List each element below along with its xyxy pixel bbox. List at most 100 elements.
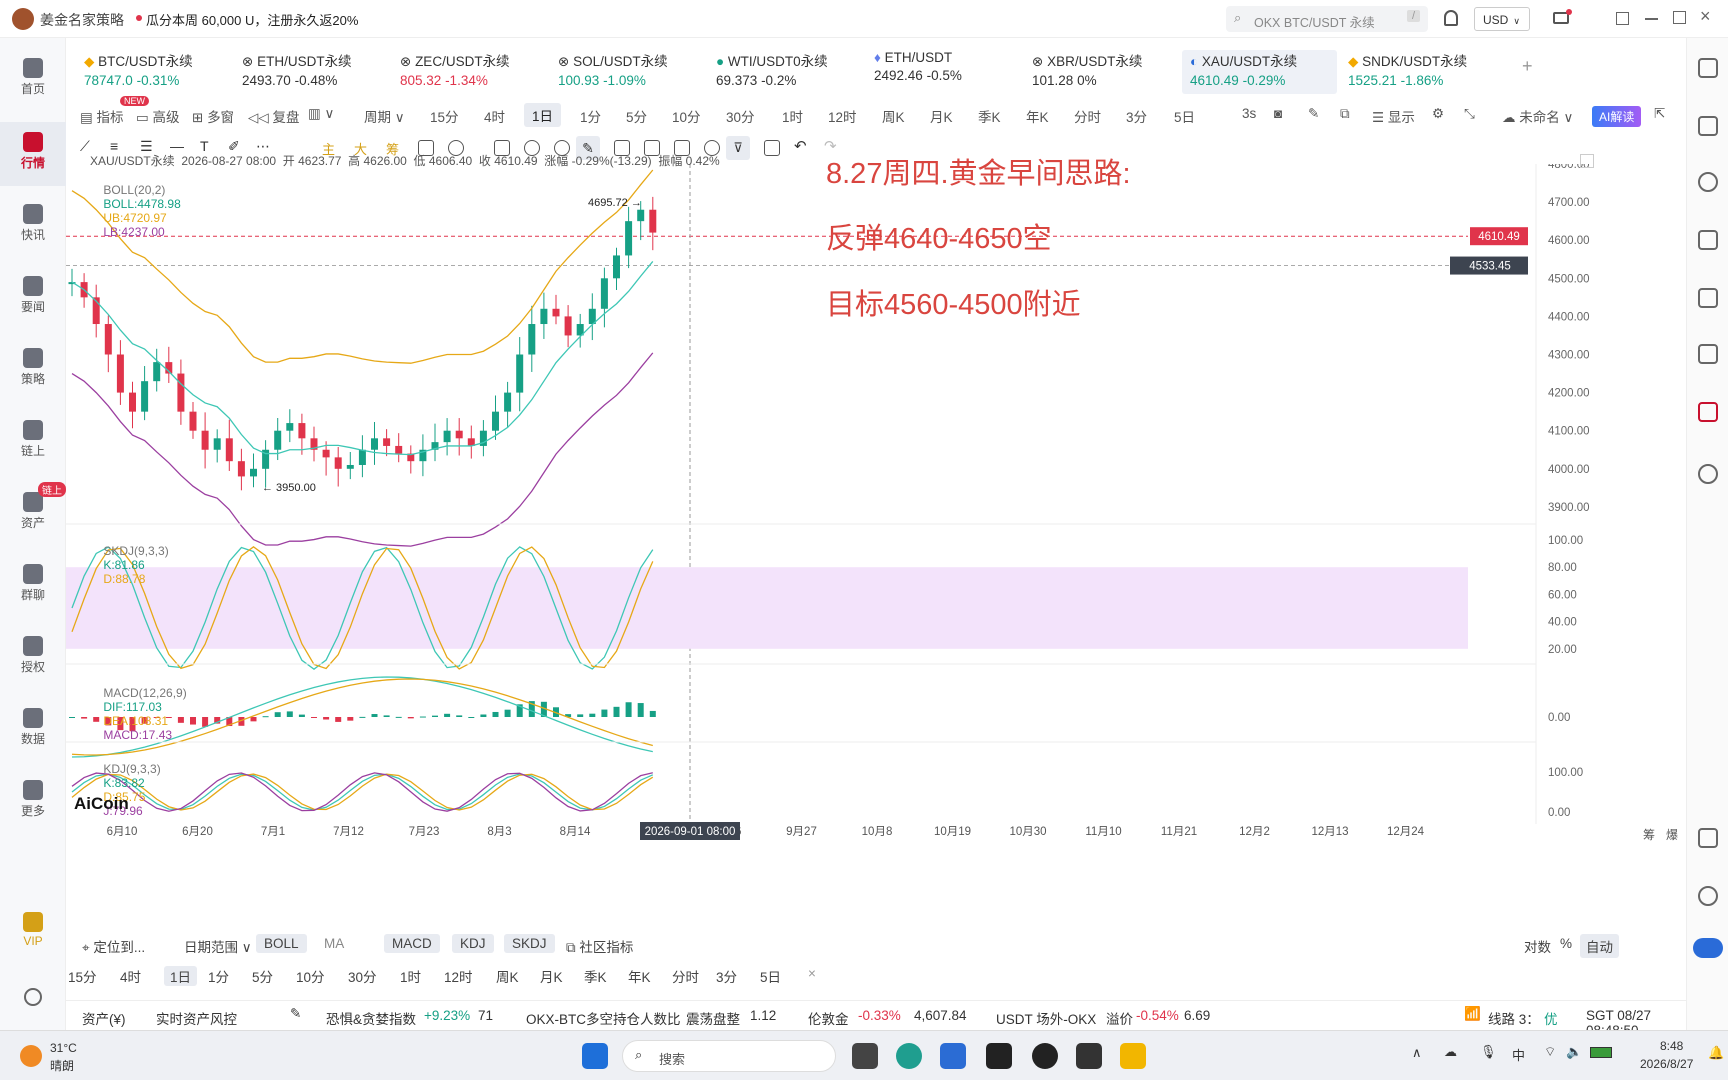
folder-icon[interactable] xyxy=(1120,1043,1146,1069)
fullscreen-icon[interactable] xyxy=(1580,154,1594,168)
ticker-wti[interactable]: ● WTI/USDT0永续 69.373 -0.2% xyxy=(716,50,871,94)
qq-icon[interactable] xyxy=(1032,1043,1058,1069)
nav-onchain[interactable]: 链上 xyxy=(0,410,66,474)
bottom-tf-item[interactable]: 1时 xyxy=(400,966,421,986)
bottom-tf-item[interactable]: 1日 xyxy=(164,966,198,986)
chart-type-button[interactable]: ▥ ∨ xyxy=(308,106,334,122)
auto-scale-toggle[interactable]: 自动 xyxy=(1580,934,1619,958)
tf-5m[interactable]: 5分 xyxy=(626,106,647,126)
tf-12h[interactable]: 12时 xyxy=(828,106,857,126)
battery-icon[interactable] xyxy=(1590,1047,1612,1058)
ticker-btc[interactable]: ◆ BTC/USDT永续 78747.0 -0.31% xyxy=(84,50,239,94)
undo-icon[interactable]: ↶ xyxy=(794,137,807,155)
order-book-icon[interactable] xyxy=(1698,116,1718,136)
nav-authorize[interactable]: 授权 xyxy=(0,626,66,690)
indicator-button[interactable]: ▤ 指标 xyxy=(80,106,124,126)
tf-1m[interactable]: 1分 xyxy=(580,106,601,126)
add-ticker-button[interactable]: + xyxy=(1522,56,1533,77)
aicoin-app-icon[interactable] xyxy=(986,1043,1012,1069)
weather-icon[interactable] xyxy=(20,1045,42,1067)
layout-dropdown[interactable]: ☁ 未命名 ∨ xyxy=(1502,106,1573,126)
chart-svg[interactable]: 4800.004700.004600.004500.004400.004300.… xyxy=(66,164,1686,924)
long-short-ratio-label[interactable]: OKX-BTC多空持仓人数比 xyxy=(526,1008,681,1028)
nav-market[interactable]: 行情 xyxy=(0,122,66,186)
ticker-eth-perp[interactable]: ⊗ ETH/USDT永续 2493.70 -0.48% xyxy=(242,50,397,94)
tf-3m[interactable]: 3分 xyxy=(1126,106,1147,126)
tf-year[interactable]: 年K xyxy=(1026,106,1049,126)
ai-read-button[interactable]: AI解读 xyxy=(1592,106,1642,127)
scale-label-liq[interactable]: 爆 xyxy=(1666,826,1678,843)
community-indicators[interactable]: ⧉ 社区指标 xyxy=(566,936,633,956)
bell-icon[interactable] xyxy=(1444,10,1458,26)
maximize-button[interactable] xyxy=(1673,11,1686,24)
chart-area[interactable]: 4800.00 4700.00 4600.00 4500.00 4400.00 4300.… xyxy=(66,154,1686,924)
usdt-otc-label[interactable]: USDT 场外-OKX xyxy=(996,1008,1096,1028)
tf-30m[interactable]: 30分 xyxy=(726,106,755,126)
ticker-sol[interactable]: ⊗ SOL/USDT永续 100.93 -1.09% xyxy=(558,50,713,94)
close-icon[interactable]: × xyxy=(808,966,816,981)
windows-start-icon[interactable] xyxy=(582,1043,608,1069)
currency-select[interactable]: USD ∨ xyxy=(1474,7,1530,31)
skdj-legend[interactable]: SKDJ(9,3,3) K:81.86 D:88.78 xyxy=(90,530,168,600)
edit-icon[interactable]: ✎ xyxy=(290,1006,301,1022)
fear-greed-label[interactable]: 恐惧&贪婪指数 xyxy=(326,1008,416,1028)
volume-icon[interactable]: 🔈 xyxy=(1566,1044,1582,1060)
trendline-icon[interactable]: ⟋ xyxy=(80,138,90,155)
settings-icon[interactable] xyxy=(24,988,42,1006)
date-range-dropdown[interactable]: 日期范围 ∨ xyxy=(184,936,252,956)
filter-icon[interactable]: ⊽ xyxy=(726,136,750,160)
robot-icon[interactable] xyxy=(1698,402,1718,422)
display-button[interactable]: ☰ 显示 xyxy=(1372,106,1415,126)
close-button[interactable]: × xyxy=(1700,6,1711,27)
gear-icon[interactable]: ⚙ xyxy=(1432,106,1444,122)
avatar[interactable] xyxy=(12,8,34,30)
bottom-tf-item[interactable]: 月K xyxy=(540,966,563,986)
line-label[interactable]: 线路 3： xyxy=(1488,1008,1540,1028)
bottom-tf-item[interactable]: 30分 xyxy=(348,966,377,986)
tray-chevron-icon[interactable]: ∧ xyxy=(1412,1045,1422,1061)
store-icon[interactable] xyxy=(940,1043,966,1069)
camera-icon[interactable]: ◙ xyxy=(1274,106,1282,121)
ticker-eth-spot[interactable]: ♦ ETH/USDT 2492.46 -0.5% xyxy=(874,50,1029,94)
etf-icon[interactable] xyxy=(1698,344,1718,364)
nav-vip[interactable]: VIP xyxy=(0,902,66,966)
bottom-tf-item[interactable]: 15分 xyxy=(68,966,97,986)
tf-5d[interactable]: 5日 xyxy=(1174,106,1195,126)
nav-home[interactable]: 首页 xyxy=(0,48,66,112)
minimize-button[interactable] xyxy=(1645,18,1658,20)
notification-icon[interactable]: 🔔 xyxy=(1708,1045,1724,1061)
edge-icon[interactable] xyxy=(896,1043,922,1069)
bottom-tf-item[interactable]: 12时 xyxy=(444,966,473,986)
trash-icon[interactable] xyxy=(764,140,780,156)
tf-timeline[interactable]: 分时 xyxy=(1074,106,1101,126)
nav-assets[interactable]: 资产 链上 xyxy=(0,482,66,546)
bottom-tf-item[interactable]: 季K xyxy=(584,966,607,986)
cloud-icon[interactable]: ☁ xyxy=(1444,1044,1457,1060)
tf-week[interactable]: 周K xyxy=(882,106,905,126)
trend-icon[interactable] xyxy=(1698,230,1718,250)
monitor-icon[interactable] xyxy=(1698,288,1718,308)
assistant-icon[interactable] xyxy=(1693,938,1723,958)
dollar-icon[interactable] xyxy=(1698,172,1718,192)
bottom-tf-item[interactable]: 4时 xyxy=(120,966,141,986)
tf-1h[interactable]: 1时 xyxy=(782,106,803,126)
nav-chat[interactable]: 群聊 xyxy=(0,554,66,618)
london-gold-label[interactable]: 伦敦金 xyxy=(808,1008,849,1028)
pen-icon[interactable]: ✎ xyxy=(1308,106,1319,122)
headset-icon[interactable] xyxy=(1698,886,1718,906)
taskbar-search[interactable]: ⌕ 搜索 xyxy=(622,1040,836,1072)
tab-macd[interactable]: MACD xyxy=(384,934,440,953)
popout-icon[interactable]: ⧉ xyxy=(1340,106,1350,122)
network-icon[interactable]: ⌔ xyxy=(1544,1044,1556,1060)
tf-4h[interactable]: 4时 xyxy=(484,106,505,126)
tab-kdj[interactable]: KDJ xyxy=(452,934,494,953)
replay-button[interactable]: ◁◁ 复盘 xyxy=(248,106,300,126)
refresh-interval[interactable]: 3s xyxy=(1242,106,1256,121)
mic-icon[interactable]: 🎙 xyxy=(1480,1044,1497,1060)
bottom-tf-item[interactable]: 3分 xyxy=(716,966,737,986)
multi-window-button[interactable]: ⊞ 多窗 xyxy=(192,106,234,126)
ticker-xbr[interactable]: ⊗ XBR/USDT永续 101.28 0% xyxy=(1032,50,1187,94)
nav-data[interactable]: 数据 xyxy=(0,698,66,762)
bottom-tf-item[interactable]: 5日 xyxy=(760,966,781,986)
tab-boll[interactable]: BOLL xyxy=(256,934,307,953)
